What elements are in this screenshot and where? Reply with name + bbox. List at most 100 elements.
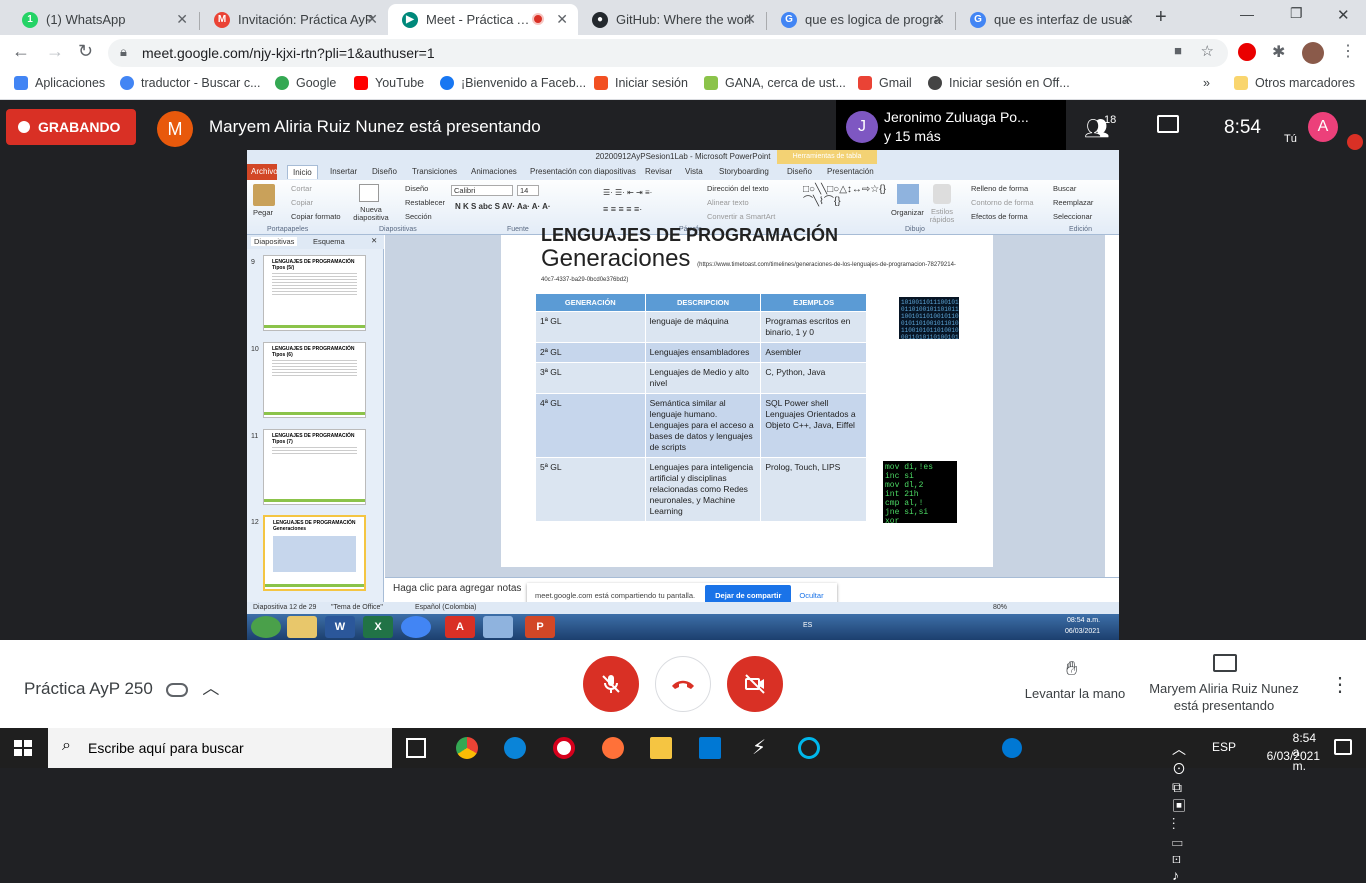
copy-button[interactable]: Copiar	[291, 198, 313, 207]
bookmarks-overflow[interactable]: »	[1203, 76, 1210, 90]
organize-icon[interactable]	[897, 184, 919, 204]
paragraph-align-icon[interactable]: ≡ ≡ ≡ ≡ ≡·	[603, 204, 642, 214]
font-format-buttons[interactable]: N K S abc S AV· Aa· A· A·	[455, 202, 551, 211]
opera-icon[interactable]	[553, 737, 575, 759]
tab-outline[interactable]: Esquema	[313, 237, 345, 246]
cortana-icon[interactable]	[798, 737, 820, 759]
ppt-tab-storyboarding[interactable]: Storyboarding	[719, 167, 769, 176]
close-icon[interactable]: ✕	[1122, 11, 1134, 28]
text-direction-button[interactable]: Dirección del texto	[707, 184, 769, 193]
new-tab-plus-icon[interactable]: +	[1155, 6, 1167, 29]
hide-button[interactable]: Ocultar	[799, 591, 823, 600]
close-icon[interactable]: ✕	[556, 11, 568, 28]
opera-extension-icon[interactable]	[1238, 43, 1256, 61]
bookmark-office[interactable]: Iniciar sesión en Off...	[928, 76, 1070, 90]
font-size-select[interactable]: 14	[517, 185, 539, 196]
shapes-gallery-icon[interactable]: □○╲╲□○△↕↔⇨☆{}⌒╲⌇⌒{}	[803, 184, 886, 208]
reload-icon[interactable]: ↻	[78, 41, 93, 62]
ppt-tab-animaciones[interactable]: Animaciones	[471, 167, 517, 176]
notifications-icon[interactable]	[1334, 739, 1352, 755]
ppt-tab-revisar[interactable]: Revisar	[645, 167, 672, 176]
bookmark-apps[interactable]: Aplicaciones	[14, 76, 105, 90]
raise-hand-icon[interactable]: ✋︎	[1066, 658, 1077, 681]
task-view-icon[interactable]	[406, 738, 426, 758]
font-select[interactable]: Calibri	[451, 185, 513, 196]
presenting-button[interactable]: Maryem Aliria Ruiz Nunez está presentand…	[1144, 680, 1304, 714]
tab-slides[interactable]: Diapositivas	[251, 237, 298, 246]
camera-icon[interactable]: ■	[1174, 43, 1182, 58]
tab-meet[interactable]: ▶ Meet - Práctica AyP ✕	[388, 4, 578, 35]
meeting-details[interactable]: Práctica AyP 250 ︿	[24, 674, 219, 699]
excel-icon[interactable]: X	[363, 616, 393, 638]
mail-icon[interactable]	[699, 737, 721, 759]
bookmark-gana[interactable]: GANA, cerca de ust...	[704, 76, 846, 90]
extensions-puzzle-icon[interactable]: ✱	[1272, 42, 1285, 62]
quick-styles-button[interactable]: Estilos rápidos	[927, 208, 957, 224]
app-icon[interactable]	[483, 616, 513, 638]
word-icon[interactable]: W	[325, 616, 355, 638]
new-slide-icon[interactable]	[359, 184, 379, 202]
camera-toggle-button[interactable]	[727, 656, 783, 712]
microphone-toggle-button[interactable]	[583, 656, 639, 712]
cut-button[interactable]: Cortar	[291, 184, 312, 193]
smartart-button[interactable]: Convertir a SmartArt	[707, 212, 775, 221]
bookmark-gmail[interactable]: Gmail	[858, 76, 912, 90]
zoom-level[interactable]: 80%	[993, 604, 1007, 611]
quick-styles-icon[interactable]	[933, 184, 951, 204]
new-slide-button[interactable]: Nueva diapositiva	[351, 206, 391, 222]
pinned-participants-tile[interactable]: J Jeronimo Zuluaga Po... y 15 más	[836, 100, 1066, 155]
chrome-icon[interactable]	[456, 737, 478, 759]
tab-google-search-1[interactable]: G que es logica de progra ✕	[767, 4, 955, 35]
paste-button[interactable]: Pegar	[253, 208, 273, 217]
generations-table[interactable]: GENERACIÓN DESCRIPCION EJEMPLOS 1ª GL le…	[535, 293, 867, 522]
current-slide[interactable]: LENGUAJES DE PROGRAMACIÓN Generaciones (…	[501, 225, 993, 567]
close-icon[interactable]: ✕	[371, 236, 377, 245]
forward-arrow-icon[interactable]: →	[46, 41, 64, 62]
ppt-tab-archivo[interactable]: Archivo	[247, 164, 278, 180]
ppt-tab-diseno[interactable]: Diseño	[372, 167, 397, 176]
organize-button[interactable]: Organizar	[891, 208, 924, 217]
menu-kebab-icon[interactable]: ⋮	[1340, 41, 1356, 61]
present-screen-icon[interactable]	[1213, 654, 1237, 672]
url-bar[interactable]: 🔒︎ meet.google.com/njy-kjxi-rtn?pli=1&au…	[108, 39, 1228, 67]
start-orb-icon[interactable]	[251, 616, 281, 638]
ppt-tab-transiciones[interactable]: Transiciones	[412, 167, 457, 176]
chrome-icon[interactable]	[401, 616, 431, 638]
minimize-icon[interactable]: —	[1240, 6, 1254, 22]
slide-thumbnail[interactable]: LENGUAJES DE PROGRAMACIÓN Tipos (6)	[263, 342, 366, 418]
slide-thumbnail[interactable]: LENGUAJES DE PROGRAMACIÓN Tipos (5/)	[263, 255, 366, 331]
close-icon[interactable]: ✕	[366, 11, 378, 28]
replace-button[interactable]: Reemplazar	[1053, 198, 1093, 207]
star-icon[interactable]: ☆	[1201, 42, 1214, 60]
windows-start-icon[interactable]	[14, 740, 32, 756]
align-text-button[interactable]: Alinear texto	[707, 198, 749, 207]
powerpoint-icon[interactable]: P	[525, 616, 555, 638]
ppt-tab-vista[interactable]: Vista	[685, 167, 703, 176]
section-button[interactable]: Sección	[405, 212, 432, 221]
app-icon[interactable]: ⚡︎	[748, 737, 770, 759]
ppt-tab-insertar[interactable]: Insertar	[330, 167, 357, 176]
leave-call-button[interactable]	[655, 656, 711, 712]
ppt-tab-presentacion[interactable]: Presentación	[827, 167, 874, 176]
back-arrow-icon[interactable]: ←	[12, 41, 30, 62]
file-explorer-icon[interactable]	[650, 737, 672, 759]
slide-thumbnail[interactable]: LENGUAJES DE PROGRAMACIÓN Tipos (7)	[263, 429, 366, 505]
close-icon[interactable]: ✕	[744, 11, 756, 28]
restore-icon[interactable]: ❐	[1290, 5, 1303, 22]
shape-effects-button[interactable]: Efectos de forma	[971, 212, 1028, 221]
paste-icon[interactable]	[253, 184, 275, 206]
layout-button[interactable]: Diseño	[405, 184, 428, 193]
bookmark-microsoft-login[interactable]: Iniciar sesión	[594, 76, 688, 90]
bookmark-google[interactable]: Google	[275, 76, 336, 90]
close-icon[interactable]: ✕	[176, 11, 188, 28]
tab-whatsapp[interactable]: 1 (1) WhatsApp ✕	[8, 4, 198, 35]
shape-fill-button[interactable]: Relleno de forma	[971, 184, 1028, 193]
edge-icon[interactable]	[504, 737, 526, 759]
taskbar-search-box[interactable]: ⌕ Escribe aquí para buscar	[48, 728, 392, 768]
chat-icon[interactable]	[1157, 115, 1179, 133]
language-indicator[interactable]: ESP	[1212, 740, 1236, 754]
bookmark-youtube[interactable]: YouTube	[354, 76, 424, 90]
shape-outline-button[interactable]: Contorno de forma	[971, 198, 1034, 207]
slide-thumbnail-selected[interactable]: LENGUAJES DE PROGRAMACIÓN Generaciones	[263, 515, 366, 591]
firefox-icon[interactable]	[602, 737, 624, 759]
